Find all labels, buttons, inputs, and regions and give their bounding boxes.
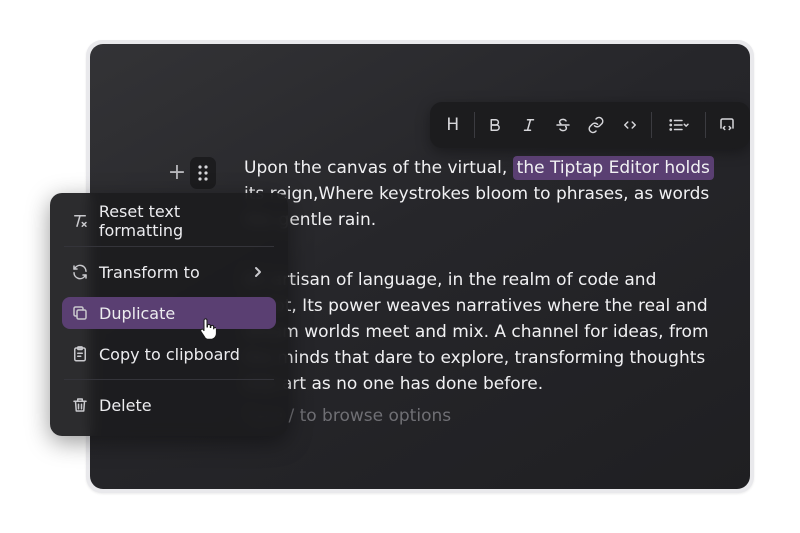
bold-icon [490,119,501,131]
menu-divider [64,379,274,380]
menu-item-transform[interactable]: Transform to [62,256,276,288]
menu-item-reset-formatting[interactable]: Reset text formatting [62,202,276,240]
code-button[interactable] [613,108,647,142]
menu-item-copy[interactable]: Copy to clipboard [62,338,276,370]
paragraph-2[interactable]: An artisan of language, in the realm of … [244,267,714,397]
toolbar-divider [705,112,707,138]
menu-divider [64,246,274,247]
duplicate-icon [70,303,90,323]
bullet-list-icon [668,119,689,131]
chevron-right-icon [252,263,264,285]
menu-item-label: Reset text formatting [98,202,184,240]
clipboard-icon [70,344,90,364]
italic-button[interactable] [512,108,546,142]
italic-icon [523,119,535,131]
drag-handle[interactable] [190,157,216,189]
menu-item-label: Delete [99,395,152,415]
menu-item-delete[interactable]: Delete [62,389,276,421]
menu-item-duplicate[interactable]: Duplicate [62,297,276,329]
block-context-menu: Reset text formatting Transform to Dupli… [50,193,288,436]
clear-formatting-icon [70,211,90,231]
toolbar-divider [650,112,652,138]
menu-item-label: Duplicate [99,303,176,323]
add-block-icon[interactable]: + [166,161,188,185]
hand-pointer-icon [200,318,216,340]
strikethrough-button[interactable] [546,108,580,142]
code-icon [624,121,636,129]
paragraph-1-lead: Upon the canvas of the virtual, [244,158,513,178]
code-block-icon [720,118,734,131]
strikethrough-icon [555,118,570,132]
paragraph-1[interactable]: Upon the canvas of the virtual, the Tipt… [244,155,714,233]
menu-item-label: Transform to [99,262,200,282]
link-icon [588,116,604,134]
heading-icon: H [446,115,460,135]
menu-item-label: Copy to clipboard [99,344,240,364]
toolbar-divider [473,112,475,138]
trash-icon [70,395,90,415]
heading-button[interactable]: H [436,108,470,142]
refresh-icon [70,262,90,282]
paragraph-1-rest: its reign,Where keystrokes bloom to phra… [244,184,710,230]
link-button[interactable] [580,108,614,142]
code-block-button[interactable] [710,108,744,142]
grip-vertical-icon [198,165,208,181]
bullet-list-dropdown[interactable] [656,108,702,142]
bold-button[interactable] [479,108,513,142]
formatting-toolbar: H [430,102,750,148]
text-selection: the Tiptap Editor holds [512,156,714,180]
